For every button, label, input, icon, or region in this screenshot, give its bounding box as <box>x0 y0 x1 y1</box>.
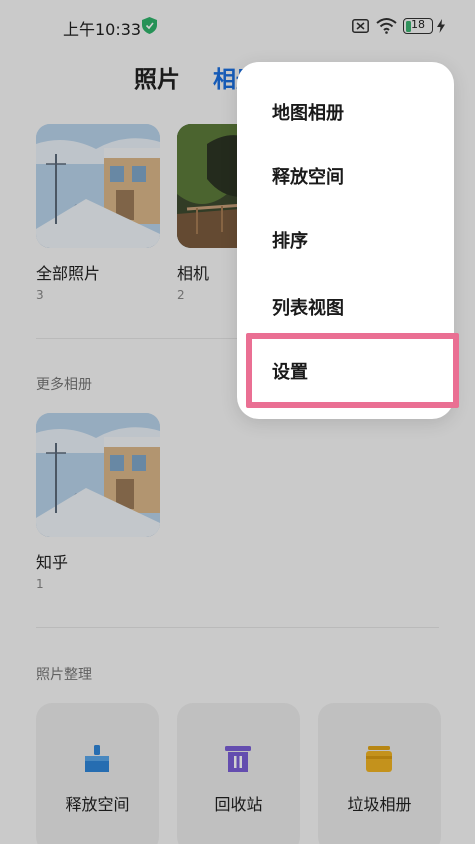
menu-item-label: 释放空间 <box>272 167 344 188</box>
menu-item-map-album[interactable]: 地图相册 <box>237 79 454 143</box>
menu-item-list-view[interactable]: 列表视图 <box>237 274 454 338</box>
menu-item-sort[interactable]: 排序 <box>237 207 454 271</box>
menu-item-label: 列表视图 <box>272 298 344 319</box>
menu-item-free-space[interactable]: 释放空间 <box>237 143 454 207</box>
highlight-box <box>246 333 459 408</box>
menu-item-label: 地图相册 <box>272 103 344 124</box>
menu-item-label: 排序 <box>272 231 308 252</box>
